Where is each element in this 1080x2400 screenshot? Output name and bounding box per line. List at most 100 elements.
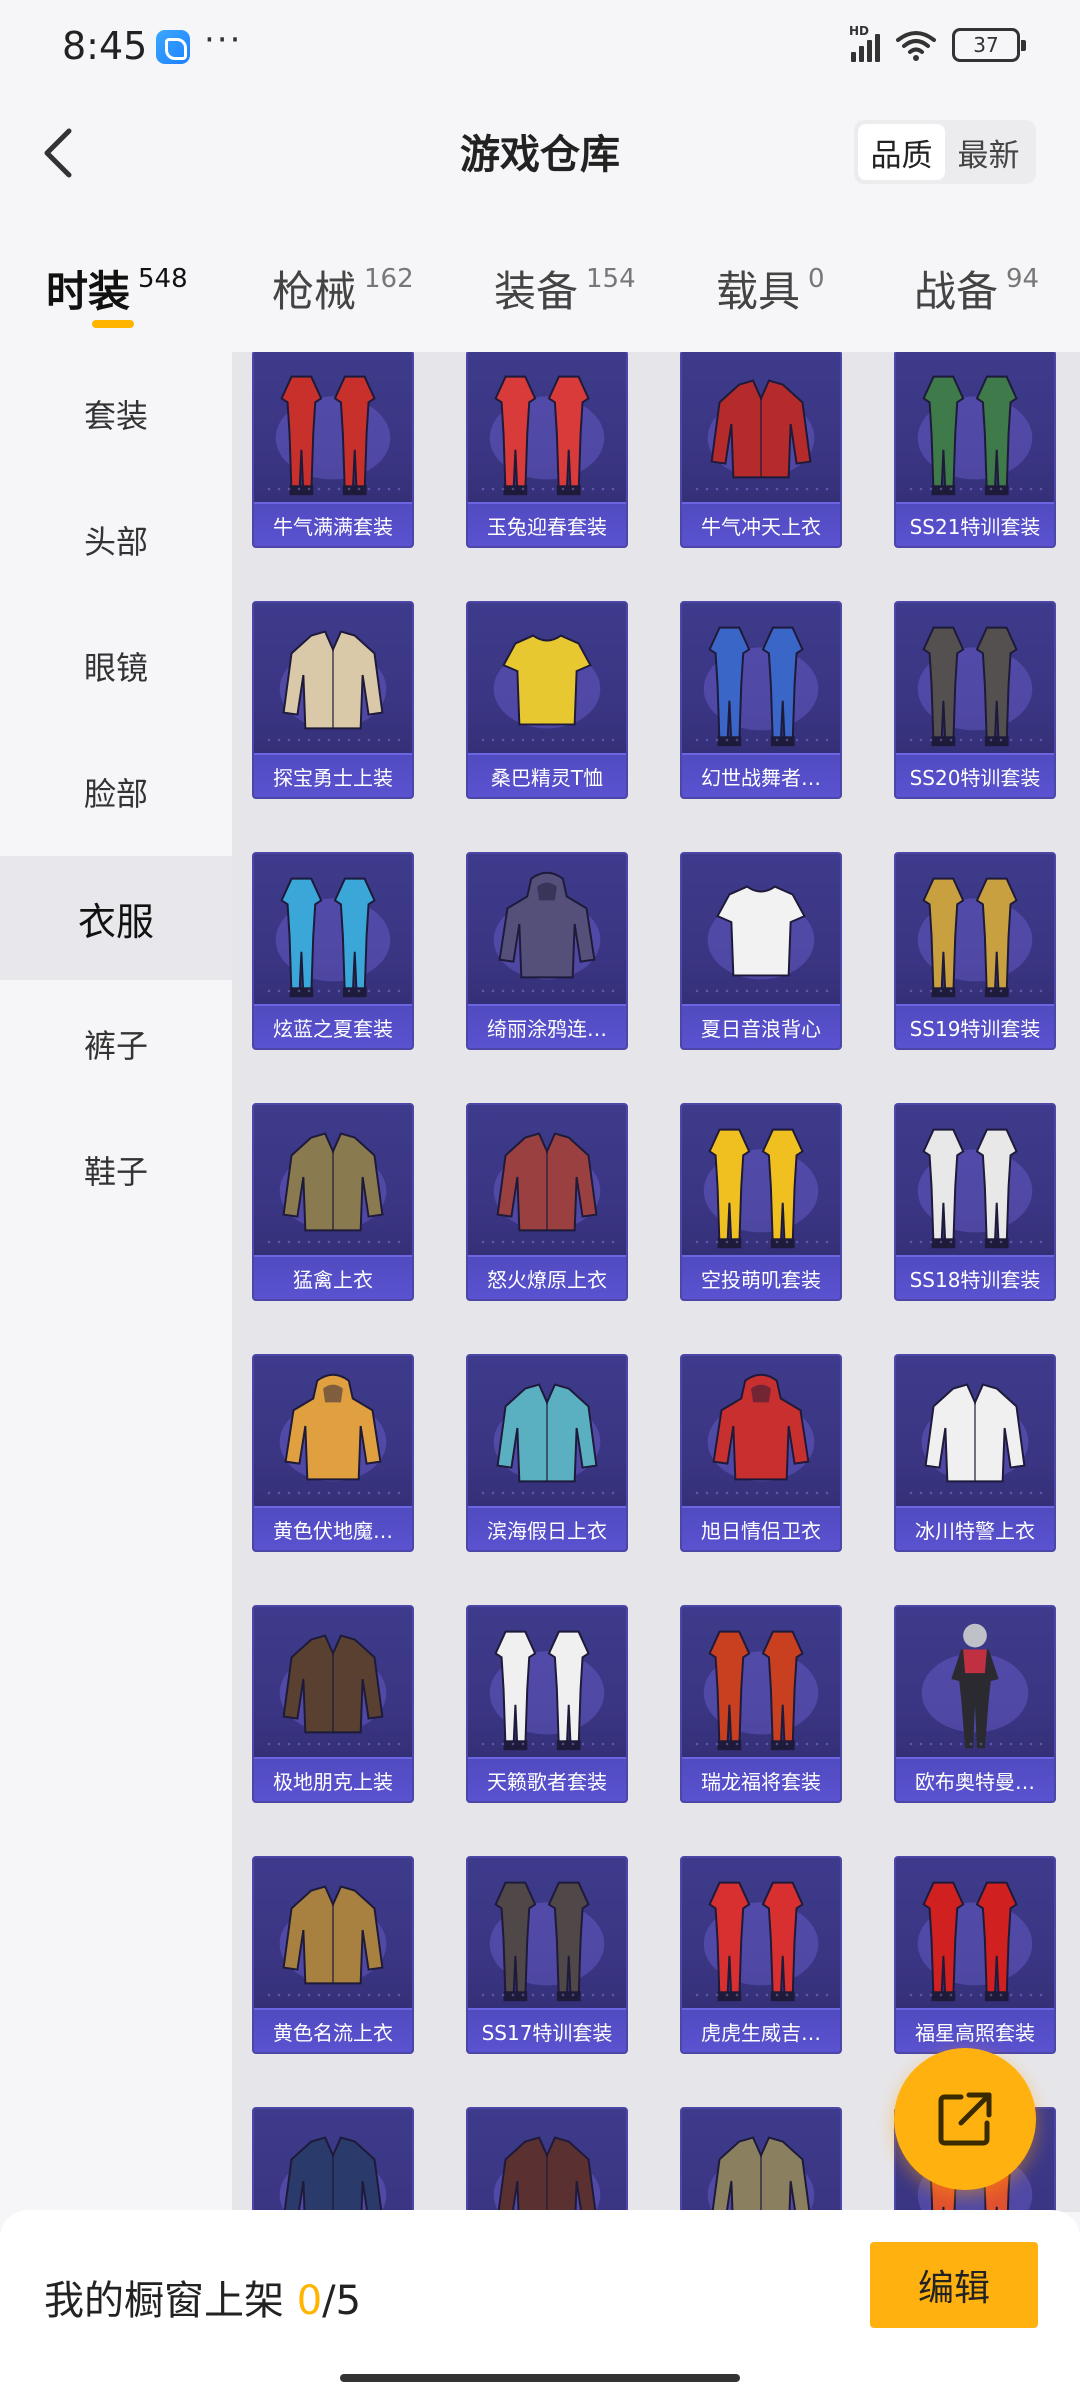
card-pattern (692, 986, 830, 996)
item-grid: 牛气满满套装 玉兔迎春套装 牛气冲天上衣 SS21特训套装探宝勇士上装 桑巴精灵T恤… (232, 352, 1080, 2212)
outfit-set-icon (254, 352, 412, 506)
tab-guns[interactable]: 枪械 162 (272, 258, 414, 319)
edit-button[interactable]: 编辑 (870, 2242, 1038, 2328)
blazer-icon (468, 2109, 626, 2212)
card-pattern (264, 484, 402, 494)
item-name-bar: SS21特训套装 (896, 502, 1054, 546)
sort-by-quality-button[interactable]: 品质 (858, 124, 945, 180)
item-card[interactable]: 冰川特警上衣 (894, 1354, 1056, 1552)
item-card[interactable]: SS21特训套装 (894, 352, 1056, 548)
item-card[interactable]: 玉兔迎春套装 (466, 352, 628, 548)
card-pattern (478, 1739, 616, 1749)
item-name-bar: 怒火燎原上衣 (468, 1255, 626, 1299)
item-name-bar: 瑞龙福将套装 (682, 1757, 840, 1801)
cellular-signal-icon: HD (849, 24, 880, 62)
tab-count: 154 (586, 264, 636, 294)
showcase-status: 我的橱窗上架 0/5 (44, 2268, 361, 2326)
card-pattern (692, 1739, 830, 1749)
item-card[interactable]: 桑巴精灵T恤 (466, 601, 628, 799)
item-name: 牛气满满套装 (273, 514, 393, 539)
item-card[interactable]: 幻世战舞者… (680, 601, 842, 799)
item-card[interactable]: SS18特训套装 (894, 1103, 1056, 1301)
item-card[interactable]: 虎虎生威吉… (680, 1856, 842, 2054)
tab-combat-gear[interactable]: 战备 94 (914, 258, 1039, 319)
item-card[interactable]: 瑞龙福将套装 (680, 1605, 842, 1803)
item-card[interactable] (252, 2107, 414, 2212)
item-card[interactable]: 极地朋克上装 (252, 1605, 414, 1803)
item-card[interactable]: 怒火燎原上衣 (466, 1103, 628, 1301)
sidebar-item-glasses[interactable]: 眼镜 (0, 604, 232, 728)
item-name-bar: 桑巴精灵T恤 (468, 753, 626, 797)
item-name: 冰川特警上衣 (915, 1518, 1035, 1543)
item-name: 天籁歌者套装 (487, 1769, 607, 1794)
sidebar-item-sets[interactable]: 套装 (0, 352, 232, 476)
share-button[interactable] (894, 2048, 1036, 2190)
item-card[interactable]: 黄色伏地魔… (252, 1354, 414, 1552)
outfit-set-icon (682, 1858, 840, 2012)
item-card[interactable]: 欧布奥特曼… (894, 1605, 1056, 1803)
item-card[interactable]: 探宝勇士上装 (252, 601, 414, 799)
tab-equipment[interactable]: 装备 154 (494, 258, 636, 319)
card-pattern (478, 1237, 616, 1247)
sidebar-item-head[interactable]: 头部 (0, 478, 232, 602)
sidebar-item-clothes[interactable]: 衣服 (0, 856, 232, 980)
item-name-bar: 炫蓝之夏套装 (254, 1004, 412, 1048)
item-card[interactable]: 天籁歌者套装 (466, 1605, 628, 1803)
item-name: 虎虎生威吉… (701, 2020, 821, 2045)
outfit-set-icon (468, 1858, 626, 2012)
sidebar-item-shoes[interactable]: 鞋子 (0, 1108, 232, 1232)
header: 游戏仓库 品质 最新 (0, 100, 1080, 210)
item-name: 桑巴精灵T恤 (490, 765, 604, 790)
item-card[interactable]: 滨海假日上衣 (466, 1354, 628, 1552)
item-card[interactable]: 绮丽涂鸦连… (466, 852, 628, 1050)
jacket-icon (682, 352, 840, 506)
item-name-bar: 牛气冲天上衣 (682, 502, 840, 546)
card-pattern (478, 986, 616, 996)
item-name: SS18特训套装 (909, 1267, 1041, 1292)
home-indicator[interactable] (340, 2374, 740, 2382)
item-card[interactable]: 黄色名流上衣 (252, 1856, 414, 2054)
outfit-set-icon (682, 1105, 840, 1259)
active-tab-indicator (92, 320, 134, 328)
item-name: 黄色名流上衣 (273, 2020, 393, 2045)
sidebar-item-pants[interactable]: 裤子 (0, 982, 232, 1106)
shirt-icon (468, 1356, 626, 1510)
item-card[interactable]: 牛气满满套装 (252, 352, 414, 548)
item-name: SS19特训套装 (909, 1016, 1041, 1041)
outfit-set-icon (468, 352, 626, 506)
tab-count: 94 (1006, 264, 1040, 294)
item-card[interactable]: 空投萌叽套装 (680, 1103, 842, 1301)
card-pattern (478, 735, 616, 745)
item-card[interactable] (466, 2107, 628, 2212)
item-card[interactable]: 夏日音浪背心 (680, 852, 842, 1050)
card-pattern (264, 1488, 402, 1498)
bodysuit-icon (896, 1607, 1054, 1761)
item-card[interactable]: 福星高照套装 (894, 1856, 1056, 2054)
tab-vehicles[interactable]: 载具 0 (716, 258, 825, 319)
item-card[interactable]: SS19特训套装 (894, 852, 1056, 1050)
item-name-bar: 玉兔迎春套装 (468, 502, 626, 546)
jacket-icon (682, 2109, 840, 2212)
item-name: 黄色伏地魔… (273, 1518, 393, 1543)
sort-by-newest-button[interactable]: 最新 (945, 124, 1032, 180)
item-card[interactable]: 旭日情侣卫衣 (680, 1354, 842, 1552)
hoodie-icon (468, 854, 626, 1008)
item-name: 炫蓝之夏套装 (273, 1016, 393, 1041)
blazer-icon (254, 1858, 412, 2012)
showcase-total: /5 (322, 2278, 362, 2324)
item-name-bar: 滨海假日上衣 (468, 1506, 626, 1550)
item-name-bar: 旭日情侣卫衣 (682, 1506, 840, 1550)
item-name-bar: SS20特训套装 (896, 753, 1054, 797)
outfit-set-icon (682, 1607, 840, 1761)
item-card[interactable]: SS20特训套装 (894, 601, 1056, 799)
item-card[interactable]: 猛禽上衣 (252, 1103, 414, 1301)
tab-fashion[interactable]: 时装 548 (46, 258, 188, 319)
item-card[interactable]: 炫蓝之夏套装 (252, 852, 414, 1050)
sidebar-item-face[interactable]: 脸部 (0, 730, 232, 854)
outfit-set-icon (468, 1607, 626, 1761)
item-card[interactable]: SS17特训套装 (466, 1856, 628, 2054)
item-card[interactable]: 牛气冲天上衣 (680, 352, 842, 548)
item-name: 猛禽上衣 (293, 1267, 373, 1292)
item-name-bar: 牛气满满套装 (254, 502, 412, 546)
item-card[interactable] (680, 2107, 842, 2212)
